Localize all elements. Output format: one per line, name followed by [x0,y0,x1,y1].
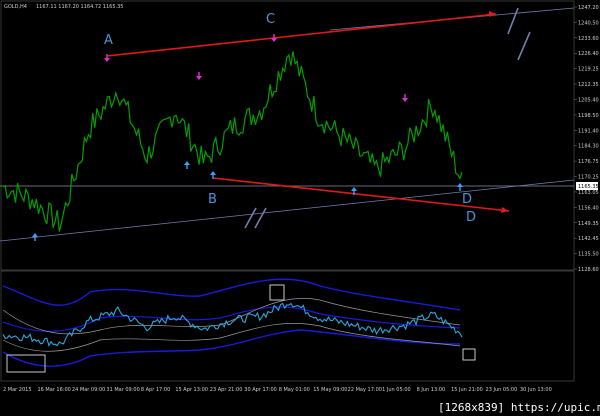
price-tick-label: 1212.35 [578,82,599,88]
price-tick-label: 1247.20 [578,5,599,11]
up-arrow-icon [457,183,463,191]
time-tick-label: 2 Mar 2015 [3,387,32,393]
time-tick-label: 15 Apr 13:00 [175,387,208,393]
down-arrow-icon [196,72,202,80]
symbol-title: GOLD,H4 [4,4,27,10]
current-price-label: 1165.35 [578,184,599,190]
wave-label-b: B [208,192,217,207]
wave-label-a: A [104,33,113,48]
price-tick-label: 1240.50 [578,20,599,26]
price-tick-label: 1135.50 [578,252,599,258]
price-tick-label: 1149.35 [578,221,599,227]
price-tick-label: 1219.25 [578,67,599,73]
time-tick-label: 22 May 17:00 [348,387,382,393]
down-arrow-icon [402,94,408,102]
lower-trendline-arrowhead [501,207,509,213]
highlight-box-2[interactable] [269,284,285,301]
time-tick-label: 8 Jun 13:00 [417,387,446,393]
time-tick-label: 23 Apr 21:00 [210,387,243,393]
price-tick-label: 1163.05 [578,190,599,196]
down-arrow-icon [271,34,277,42]
break-mark-1 [507,7,519,35]
time-tick-label: 16 Mar 16:00 [37,387,70,393]
wave-label-c: C [266,12,275,27]
price-axis: 1247.20 1240.50 1233.60 1226.40 1219.25 1212.… [574,5,599,273]
time-tick-label: 24 Mar 09:00 [72,387,105,393]
time-tick-label: 30 Apr 17:00 [244,387,277,393]
time-tick-label: 8 May 01:00 [279,387,310,393]
price-tick-label: 1156.40 [578,205,599,211]
price-tick-label: 1170.25 [578,175,599,181]
up-arrow-icon [184,161,190,169]
upper-band [2,278,461,311]
time-tick-label: 15 May 09:00 [313,387,347,393]
price-tick-label: 1128.60 [578,267,599,273]
watermark: [1268x839] https://upic.me/ [438,401,600,414]
price-tick-label: 1205.40 [578,97,599,103]
break-mark-4 [254,207,267,229]
ohlc-readout: 1167.11 1167.20 1164.72 1165.35 [36,4,123,10]
time-tick-label: 1 Jun 05:00 [382,387,411,393]
price-tick-label: 1226.40 [578,51,599,57]
wave-label-d-2: D [466,210,476,225]
up-arrow-icon [32,233,38,241]
price-tick-label: 1191.40 [578,128,599,134]
time-tick-label: 31 Mar 09:00 [106,387,139,393]
price-tick-label: 1176.75 [578,159,599,165]
fractal-markers [32,34,463,241]
upper-trendline-arrowhead [489,11,496,17]
price-line [2,51,463,232]
upper-trendline[interactable] [106,13,497,57]
time-axis: 2 Mar 2015 16 Mar 16:00 24 Mar 09:00 31 Mar… [3,387,552,393]
price-tick-label: 1142.45 [578,236,599,242]
time-tick-label: 8 Apr 17:00 [141,387,170,393]
price-tick-label: 1184.30 [578,144,599,150]
time-tick-label: 30 Jun 13:00 [520,387,552,393]
price-tick-label: 1198.50 [578,113,599,119]
time-tick-label: 23 Jun 05:00 [486,387,518,393]
break-mark-3 [244,207,257,229]
wave-label-d-1: D [462,192,472,207]
chart-canvas[interactable]: GOLD,H4 1167.11 1167.20 1164.72 1165.35 … [0,0,600,416]
lower-channel-line[interactable] [0,179,575,242]
indicator-frame [0,270,575,382]
price-tick-label: 1233.60 [578,36,599,42]
time-tick-label: 15 Jun 21:00 [451,387,483,393]
break-mark-2 [517,31,531,61]
main-chart-frame [0,0,575,271]
highlight-box-3[interactable] [462,348,476,361]
